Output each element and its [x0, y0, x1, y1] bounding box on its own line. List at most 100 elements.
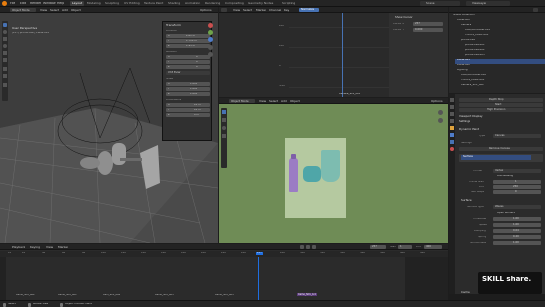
material-tab-icon[interactable] — [450, 147, 454, 151]
viewport-3d[interactable]: Object Mode View Select Add Object Optio… — [0, 7, 218, 243]
graph-menu-key[interactable]: Key — [284, 9, 289, 12]
graph-playhead[interactable] — [342, 13, 343, 97]
remove-canvas-button[interactable]: Remove Canvas — [459, 147, 543, 151]
outliner-row[interactable]: productive — [459, 39, 545, 44]
speed-field[interactable]: 1.00 — [493, 223, 541, 227]
surface-type-select[interactable]: Waves — [493, 205, 541, 209]
menu-help[interactable]: Help — [57, 2, 64, 5]
tab-layout[interactable]: Layout — [70, 1, 85, 6]
start-frame-field[interactable]: 1 — [398, 245, 412, 249]
ruler-current-frame[interactable]: 257 — [256, 251, 263, 256]
teal-jar[interactable] — [303, 166, 321, 182]
tab-scripting[interactable]: Scripting — [280, 1, 297, 6]
output-tab-icon[interactable] — [450, 112, 454, 116]
outliner-row[interactable]: productive.001 — [463, 44, 545, 49]
timeline-marker[interactable]: Camo_SC1_002 — [16, 294, 35, 296]
timeline-marker[interactable]: Cam_SC1_004 — [103, 294, 120, 296]
navigation-gizmo[interactable] — [205, 21, 216, 61]
tab-texture-paint[interactable]: Texture Paint — [142, 1, 165, 6]
end-frame-field[interactable]: 400 — [424, 245, 442, 249]
camera-menu-select[interactable]: Select — [269, 100, 278, 103]
outliner-row[interactable]: Plane.002 — [455, 64, 545, 69]
axis-y-icon[interactable] — [208, 30, 213, 35]
settings-section[interactable]: Settings — [459, 120, 470, 123]
tab-modeling[interactable]: Modeling — [85, 1, 103, 6]
format-select[interactable]: Vertex — [493, 169, 541, 173]
outliner-row[interactable]: Lighting — [455, 69, 545, 74]
dimensions-z-field[interactable]: Z 0 m — [166, 113, 210, 117]
outliner-row[interactable]: productive.002 — [463, 49, 545, 54]
location-y-field[interactable]: Y 1.710 m — [166, 39, 210, 43]
type-select[interactable]: Canvas — [493, 134, 541, 138]
outliner-row[interactable]: FOCUS_CAM2.001 — [459, 79, 545, 84]
tab-animation[interactable]: Animation — [183, 1, 202, 6]
location-x-field[interactable]: X 2.61 m — [166, 34, 210, 38]
menu-window[interactable]: Window — [43, 2, 56, 5]
play-icon[interactable] — [306, 245, 310, 249]
cursor-x-field[interactable]: 257 — [413, 22, 443, 26]
view-layer-selector[interactable]: ViewLayer — [466, 1, 510, 6]
timeline-marker[interactable]: Camo_SC1_001 — [58, 294, 77, 296]
open-borders-checkbox[interactable]: Open Borders — [497, 212, 515, 215]
tab-rendering[interactable]: Rendering — [203, 1, 222, 6]
smoothness-field[interactable]: 1.00 — [493, 241, 541, 245]
show-cursor-checkbox[interactable]: Show Cursor — [395, 16, 413, 19]
render-tab-icon[interactable] — [450, 105, 454, 109]
tab-compositing[interactable]: Compositing — [223, 1, 246, 6]
viewport-menu-select[interactable]: Select — [50, 9, 59, 12]
high-precision-button[interactable]: High Precision — [459, 108, 543, 112]
substeps-field[interactable]: 0 — [493, 190, 541, 194]
timeline-menu-keying[interactable]: Keying — [30, 246, 40, 249]
camera-toggle-icon[interactable] — [438, 110, 443, 115]
rotation-z-field[interactable]: Z 0° — [166, 65, 210, 69]
menu-edit[interactable]: Edit — [20, 2, 26, 5]
camera-viewport-options[interactable]: Options — [431, 100, 443, 103]
timeline-menu-marker[interactable]: Marker — [58, 246, 68, 249]
outliner-row[interactable]: CAM/Controller.001 — [463, 29, 545, 34]
modifier-tab-icon[interactable] — [450, 133, 454, 137]
dimensions-x-field[interactable]: X 10 m — [166, 103, 210, 107]
jump-start-icon[interactable] — [300, 245, 304, 249]
blender-logo-icon[interactable] — [2, 1, 7, 6]
purple-bottle[interactable] — [289, 158, 298, 192]
timescale-field[interactable]: 1.00 — [493, 217, 541, 221]
graph-menu-view[interactable]: View — [233, 9, 240, 12]
scale-y-field[interactable]: Y 1.000 — [166, 87, 210, 91]
zoom-icon[interactable] — [208, 45, 213, 50]
outliner-row[interactable]: productive.003 — [463, 54, 545, 59]
current-frame-field[interactable]: 257 — [370, 245, 386, 249]
start-button[interactable]: Start — [459, 103, 543, 107]
tool-tab-icon[interactable] — [450, 98, 454, 102]
rotation-y-field[interactable]: Y 0° — [166, 60, 210, 64]
timeline[interactable]: Playback Keying View Marker 257 Start 1 … — [0, 244, 448, 300]
outliner-row[interactable]: Scene Collection — [451, 14, 545, 19]
rotate-tool-icon[interactable] — [222, 126, 226, 130]
menu-file[interactable]: File — [10, 2, 15, 5]
teal-tube[interactable] — [321, 150, 340, 182]
move-tool-icon[interactable] — [222, 118, 226, 122]
spring-field[interactable]: 0.20 — [493, 235, 541, 239]
outliner-row[interactable]: CAM/Controller.002 — [459, 74, 545, 79]
tab-uv-editing[interactable]: UV Editing — [122, 1, 142, 6]
camera-menu-add[interactable]: Add — [281, 100, 287, 103]
tab-geometry-nodes[interactable]: Geometry Nodes — [246, 1, 275, 6]
dimensions-y-field[interactable]: Y 10 m — [166, 108, 210, 112]
damping-field[interactable]: 0.04 — [493, 229, 541, 233]
outliner-row[interactable]: FOCUS_CAM1.001 — [463, 34, 545, 39]
surface-list-item[interactable]: Surface — [461, 155, 531, 160]
cache-section[interactable]: Cache — [461, 291, 470, 294]
timeline-marker-active[interactable]: Camo_SC1_4.4 — [297, 293, 317, 297]
properties-editor[interactable]: Depth Stop Start High Precision Viewport… — [449, 94, 545, 294]
scale-tool-icon[interactable] — [222, 134, 226, 138]
outliner-row-selected[interactable]: Plane.001 — [455, 59, 545, 64]
scene-tab-icon[interactable] — [450, 119, 454, 123]
rotation-x-field[interactable]: X 0° — [166, 55, 210, 59]
timeline-track-area[interactable]: Camo_SC1_002 Camo_SC1_001 Cam_SC1_004 Ca… — [0, 257, 448, 300]
viewport-display-section[interactable]: Viewport Display — [459, 115, 483, 118]
timeline-menu-view[interactable]: View — [46, 246, 53, 249]
graph-editor-type-icon[interactable] — [221, 8, 227, 12]
graph-menu-marker[interactable]: Marker — [256, 9, 266, 12]
physics-tab-icon[interactable] — [450, 140, 454, 144]
cursor-y-field[interactable]: 0.000 — [413, 28, 443, 32]
outliner-filter-icon[interactable] — [533, 8, 538, 12]
